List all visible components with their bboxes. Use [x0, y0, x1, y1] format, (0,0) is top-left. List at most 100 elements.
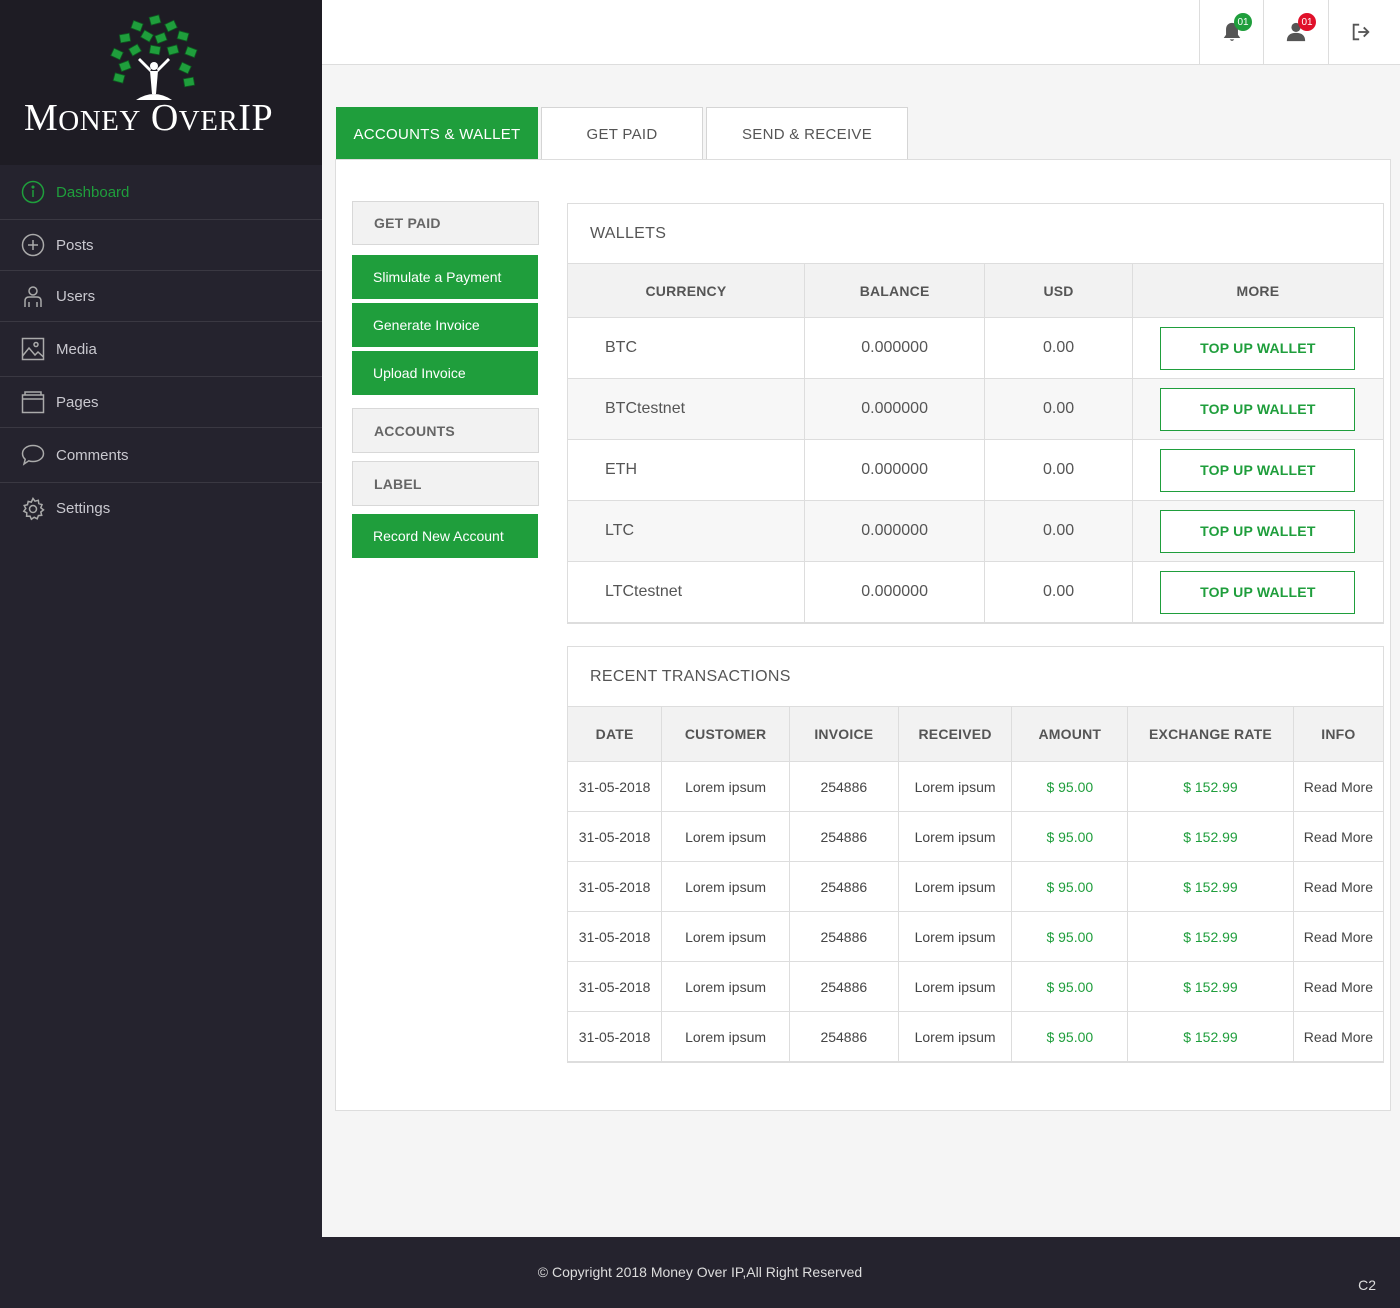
sign-out-icon [1352, 23, 1370, 41]
top-up-wallet-button[interactable]: TOP UP WALLET [1160, 570, 1356, 614]
sidebar-item-users[interactable]: Users [0, 271, 322, 322]
notifications-badge: 01 [1234, 13, 1252, 31]
more-cell: TOP UP WALLET [1131, 439, 1383, 501]
exchange-rate-cell: $ 152.99 [1127, 1011, 1294, 1062]
invoice-cell: 254886 [788, 1011, 899, 1062]
sidebar: MONEY OVERIP Dashboard Posts Users Media… [0, 0, 322, 1237]
customer-cell: Lorem ipsum [661, 1011, 790, 1062]
upload-invoice-button[interactable]: Upload Invoice [352, 351, 538, 395]
exchange-rate-cell: $ 152.99 [1127, 911, 1294, 962]
sidebar-item-posts[interactable]: Posts [0, 220, 322, 271]
read-more-link[interactable]: Read More [1292, 861, 1383, 912]
logo[interactable]: MONEY OVERIP [0, 0, 322, 165]
sidebar-item-dashboard[interactable]: Dashboard [0, 165, 322, 220]
wallets-table: CURRENCY BALANCE USD MORE BTC 0.000000 0.0… [568, 263, 1383, 623]
record-new-account-button[interactable]: Record New Account [352, 514, 538, 558]
top-up-wallet-button[interactable]: TOP UP WALLET [1160, 448, 1356, 492]
column-header: CUSTOMER [661, 706, 790, 762]
info-circle-icon [20, 179, 46, 205]
sidebar-item-pages[interactable]: Pages [0, 377, 322, 428]
label-header[interactable]: LABEL [352, 461, 539, 506]
customer-cell: Lorem ipsum [661, 761, 790, 812]
column-header: AMOUNT [1011, 706, 1129, 762]
currency-cell: BTCtestnet [568, 378, 805, 440]
invoice-cell: 254886 [788, 911, 899, 962]
sidebar-item-media[interactable]: Media [0, 322, 322, 377]
image-icon [20, 336, 46, 362]
table-row: LTCtestnet 0.000000 0.00 TOP UP WALLET [568, 561, 1383, 623]
plus-circle-icon [20, 232, 46, 258]
sidebar-item-comments[interactable]: Comments [0, 428, 322, 483]
footer-corner-text: C2 [1358, 1277, 1376, 1293]
top-up-wallet-button[interactable]: TOP UP WALLET [1160, 326, 1356, 370]
column-header: DATE [568, 706, 663, 762]
read-more-link[interactable]: Read More [1292, 761, 1383, 812]
exchange-rate-cell: $ 152.99 [1127, 961, 1294, 1012]
sidebar-item-label: Posts [56, 236, 94, 254]
generate-invoice-button[interactable]: Generate Invoice [352, 303, 538, 347]
table-row: 31-05-2018 Lorem ipsum 254886 Lorem ipsum $ … [568, 861, 1383, 912]
received-cell: Lorem ipsum [897, 861, 1013, 912]
tab-accounts-wallet[interactable]: ACCOUNTS & WALLET [336, 107, 538, 160]
sidebar-item-settings[interactable]: Settings [0, 483, 322, 534]
amount-cell: $ 95.00 [1011, 911, 1129, 962]
date-cell: 31-05-2018 [568, 961, 663, 1012]
accounts-header[interactable]: ACCOUNTS [352, 408, 539, 453]
table-row: BTC 0.000000 0.00 TOP UP WALLET [568, 317, 1383, 379]
user-icon [20, 283, 46, 309]
amount-cell: $ 95.00 [1011, 961, 1129, 1012]
column-header: EXCHANGE RATE [1127, 706, 1294, 762]
tab-send-receive[interactable]: SEND & RECEIVE [706, 107, 908, 160]
received-cell: Lorem ipsum [897, 961, 1013, 1012]
column-header: MORE [1131, 263, 1383, 318]
table-row: 31-05-2018 Lorem ipsum 254886 Lorem ipsum $ … [568, 811, 1383, 862]
copyright-text: © Copyright 2018 Money Over IP,All Right… [537, 1264, 863, 1280]
table-row: BTCtestnet 0.000000 0.00 TOP UP WALLET [568, 378, 1383, 440]
balance-cell: 0.000000 [803, 500, 986, 562]
exchange-rate-cell: $ 152.99 [1127, 761, 1294, 812]
customer-cell: Lorem ipsum [661, 961, 790, 1012]
column-header: CURRENCY [568, 263, 805, 318]
table-row: LTC 0.000000 0.00 TOP UP WALLET [568, 500, 1383, 562]
comment-icon [20, 442, 46, 468]
table-row: 31-05-2018 Lorem ipsum 254886 Lorem ipsum $ … [568, 761, 1383, 812]
balance-cell: 0.000000 [803, 317, 986, 379]
exchange-rate-cell: $ 152.99 [1127, 861, 1294, 912]
invoice-cell: 254886 [788, 861, 899, 912]
usd-cell: 0.00 [984, 378, 1133, 440]
usd-cell: 0.00 [984, 317, 1133, 379]
amount-cell: $ 95.00 [1011, 1011, 1129, 1062]
simulate-payment-button[interactable]: Slimulate a Payment [352, 255, 538, 299]
sidebar-item-label: Pages [56, 393, 99, 411]
get-paid-header[interactable]: GET PAID [352, 201, 539, 245]
brand-name: MONEY OVERIP [24, 97, 274, 139]
amount-cell: $ 95.00 [1011, 811, 1129, 862]
sidebar-item-label: Dashboard [56, 183, 130, 201]
column-header: INVOICE [788, 706, 899, 762]
top-up-wallet-button[interactable]: TOP UP WALLET [1160, 387, 1356, 431]
invoice-cell: 254886 [788, 961, 899, 1012]
currency-cell: ETH [568, 439, 805, 501]
read-more-link[interactable]: Read More [1292, 961, 1383, 1012]
notifications-button[interactable]: 01 [1199, 0, 1263, 64]
received-cell: Lorem ipsum [897, 911, 1013, 962]
read-more-link[interactable]: Read More [1292, 1011, 1383, 1062]
sidebar-nav: Dashboard Posts Users Media Pages Commen… [0, 165, 322, 534]
invoice-cell: 254886 [788, 761, 899, 812]
exchange-rate-cell: $ 152.99 [1127, 811, 1294, 862]
balance-cell: 0.000000 [803, 378, 986, 440]
profile-button[interactable]: 01 [1263, 0, 1328, 64]
column-header: RECEIVED [897, 706, 1013, 762]
balance-cell: 0.000000 [803, 561, 986, 623]
currency-cell: LTC [568, 500, 805, 562]
logout-button[interactable] [1328, 0, 1392, 64]
table-row: 31-05-2018 Lorem ipsum 254886 Lorem ipsum $ … [568, 961, 1383, 1012]
read-more-link[interactable]: Read More [1292, 911, 1383, 962]
wallets-card: WALLETS CURRENCY BALANCE USD MORE BTC 0.0… [567, 203, 1384, 624]
more-cell: TOP UP WALLET [1131, 378, 1383, 440]
tab-get-paid[interactable]: GET PAID [541, 107, 703, 160]
top-up-wallet-button[interactable]: TOP UP WALLET [1160, 509, 1356, 553]
table-row: 31-05-2018 Lorem ipsum 254886 Lorem ipsum $ … [568, 911, 1383, 962]
received-cell: Lorem ipsum [897, 811, 1013, 862]
read-more-link[interactable]: Read More [1292, 811, 1383, 862]
